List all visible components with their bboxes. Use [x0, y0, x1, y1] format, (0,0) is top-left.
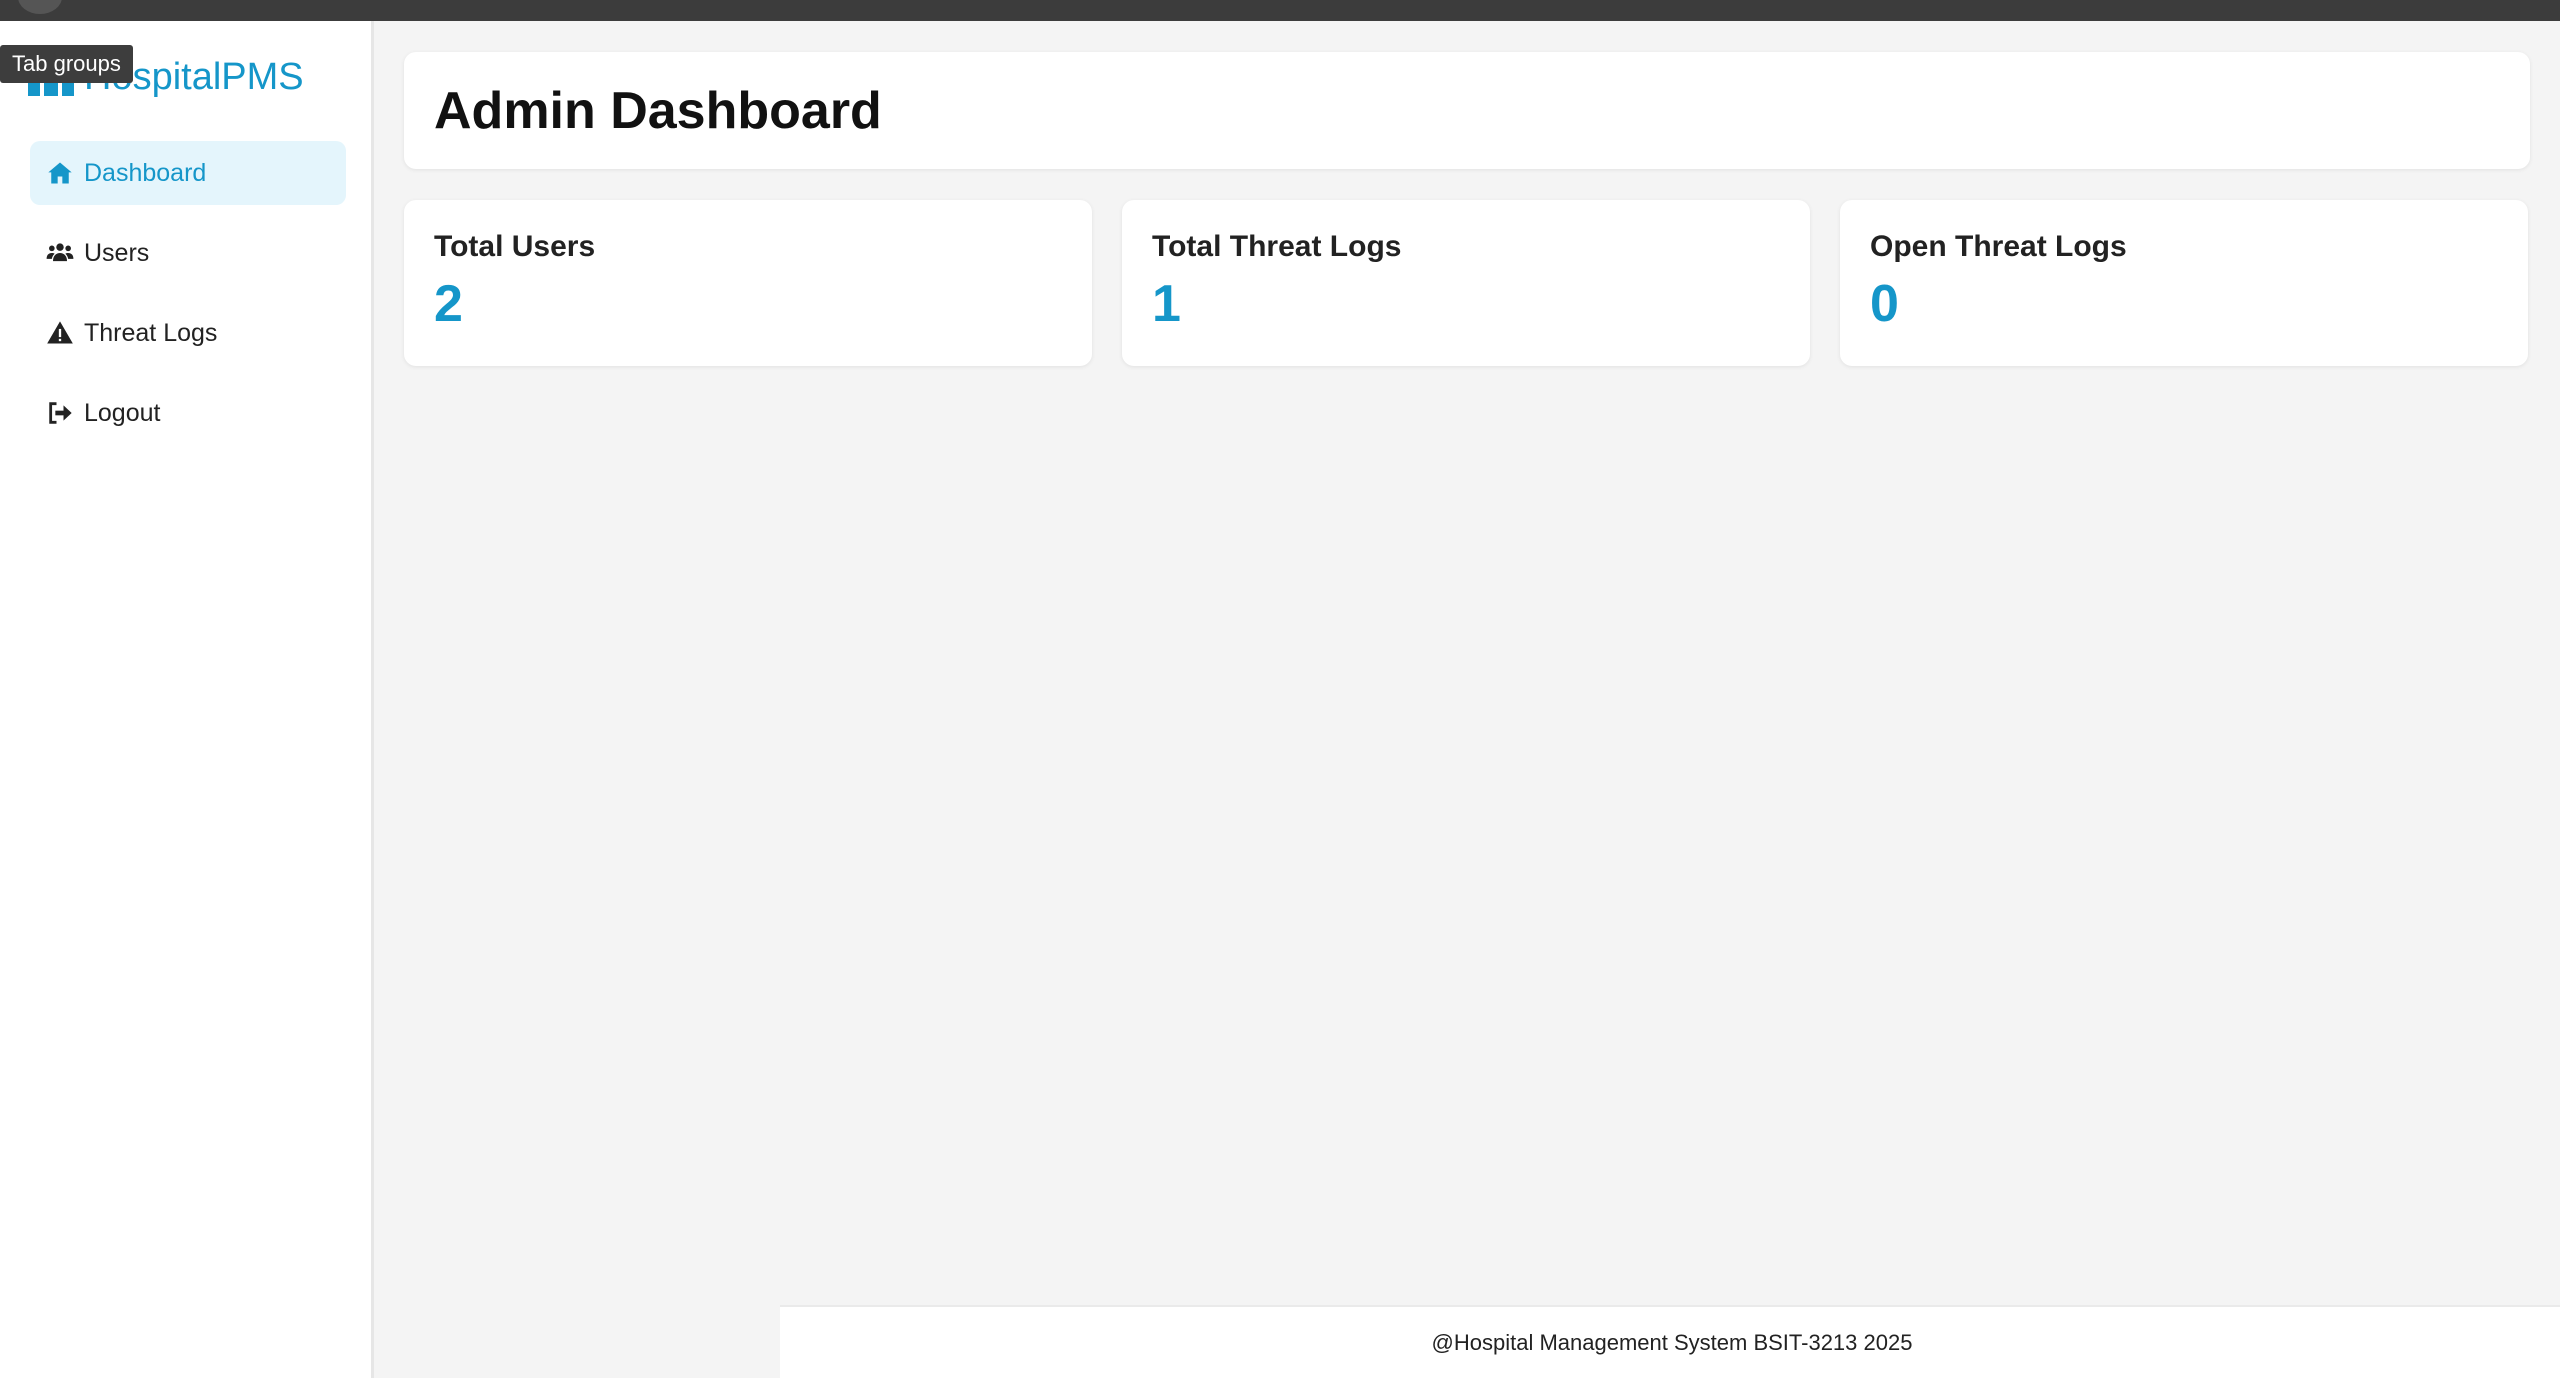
sidebar-item-logout[interactable]: Logout — [30, 381, 346, 445]
stat-card-total-users: Total Users 2 — [404, 200, 1092, 366]
sidebar-item-users[interactable]: Users — [30, 221, 346, 285]
sidebar-item-label: Threat Logs — [84, 318, 218, 347]
sidebar-item-label: Dashboard — [84, 158, 207, 187]
page-title: Admin Dashboard — [434, 81, 882, 140]
tab-groups-tooltip: Tab groups — [0, 45, 133, 83]
home-icon — [48, 162, 72, 184]
sidebar-item-threat-logs[interactable]: Threat Logs — [30, 301, 346, 365]
tab-groups-button[interactable] — [18, 0, 62, 14]
stat-label: Total Threat Logs — [1152, 230, 1402, 263]
stat-value: 1 — [1152, 275, 1181, 333]
page-header: Admin Dashboard — [404, 52, 2530, 169]
sidebar-item-label: Users — [84, 238, 150, 267]
sidebar-nav: Dashboard Users Threat Logs Logout — [30, 141, 346, 461]
sidebar-item-label: Logout — [84, 398, 161, 427]
main-content: Admin Dashboard Total Users 2 Total Thre… — [404, 52, 2530, 366]
stat-label: Open Threat Logs — [1870, 230, 2127, 263]
browser-top-bar — [0, 0, 2560, 21]
footer-text: @Hospital Management System BSIT-3213 20… — [1431, 1329, 1913, 1355]
stat-card-total-threat-logs: Total Threat Logs 1 — [1122, 200, 1810, 366]
stats-row: Total Users 2 Total Threat Logs 1 Open T… — [404, 200, 2530, 366]
users-icon — [46, 243, 74, 262]
stat-value: 2 — [434, 275, 463, 333]
stat-value: 0 — [1870, 275, 1899, 333]
footer: @Hospital Management System BSIT-3213 20… — [780, 1305, 2560, 1378]
sidebar-item-dashboard[interactable]: Dashboard — [30, 141, 346, 205]
stat-label: Total Users — [434, 230, 596, 263]
warning-icon — [47, 321, 73, 344]
stat-card-open-threat-logs: Open Threat Logs 0 — [1840, 200, 2528, 366]
logout-icon — [49, 402, 72, 424]
sidebar: HospitalPMS Dashboard Users Threat Logs … — [0, 21, 374, 1378]
